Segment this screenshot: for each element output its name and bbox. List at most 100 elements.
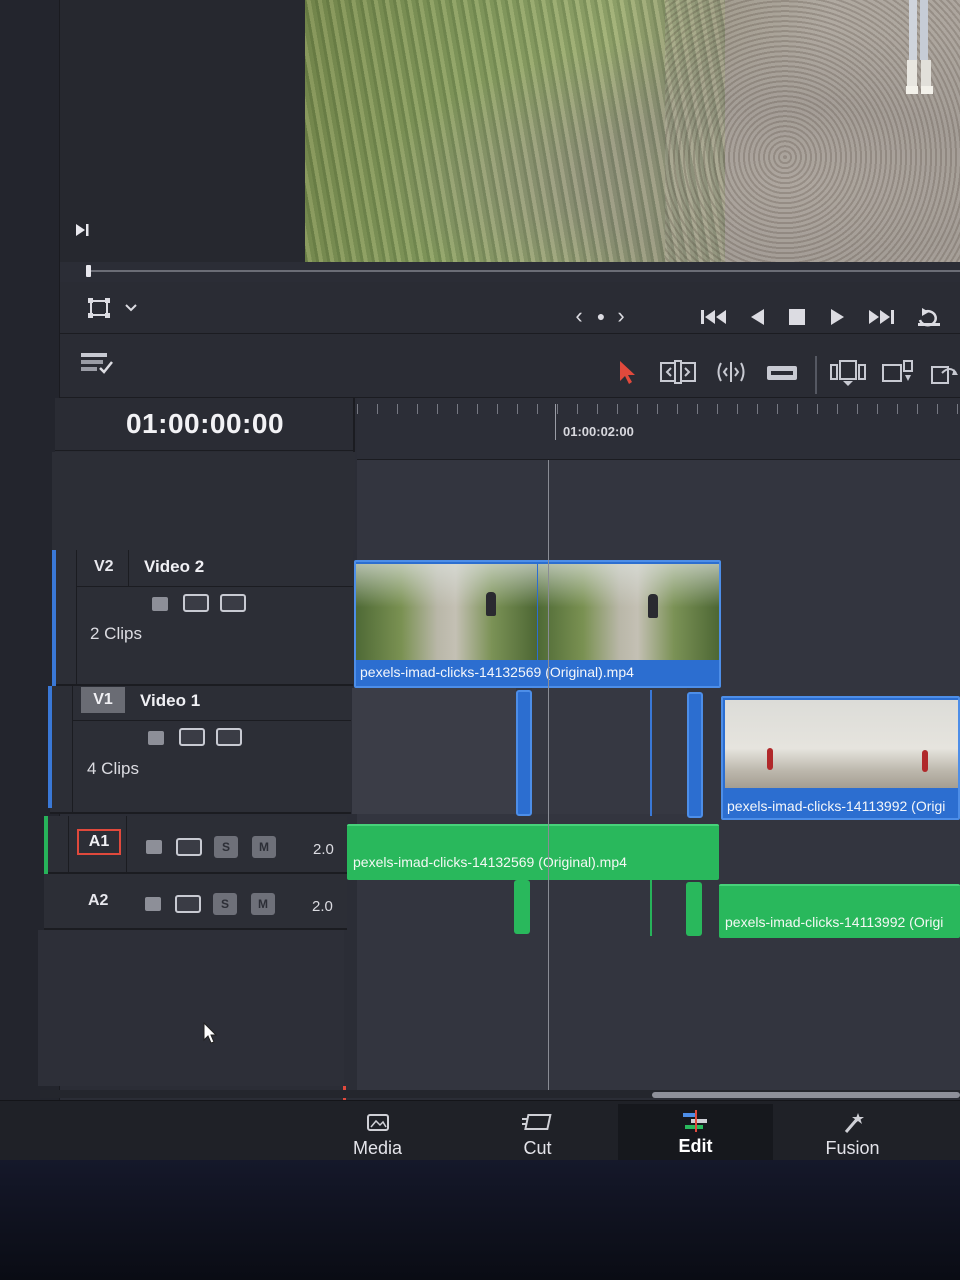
timeline-clip-a2-marker[interactable] [650,880,652,936]
auto-select-icon[interactable] [176,838,202,856]
track-v2-color-bar [52,550,56,686]
clip-name: pexels-imad-clicks-14113992 (Origi [725,914,944,930]
timeline-clip-a1[interactable]: pexels-imad-clicks-14132569 (Original).m… [347,824,719,880]
media-icon [366,1112,390,1134]
go-to-end-icon[interactable] [74,222,92,240]
ruler-ticks [357,404,960,414]
trim-edit-mode-icon[interactable] [658,358,698,386]
timeline-clip-v1-short[interactable] [687,692,703,818]
lock-icon[interactable] [145,897,161,911]
video-enable-icon[interactable] [220,594,246,612]
viewer-frame-foliage [305,0,725,262]
timeline-view-options-icon[interactable] [80,350,114,376]
jog-previous-icon[interactable]: ‹ [570,304,588,328]
clip-name: pexels-imad-clicks-14113992 (Origi [727,798,946,814]
timeline-clip-v1-short[interactable] [516,690,532,816]
edit-icon [681,1110,711,1132]
page-tab-label: Edit [678,1136,713,1156]
timeline-clip-a2-short[interactable] [686,882,702,936]
selection-mode-icon[interactable] [614,358,640,386]
auto-select-icon[interactable] [179,728,205,746]
viewer-video-frame [305,0,960,262]
track-v2-name-divider [128,550,129,586]
page-tab-fusion[interactable]: Fusion [795,1104,910,1160]
track-v1-clip-count: 4 Clips [87,759,139,778]
track-v2-id[interactable]: V2 [94,558,114,576]
solo-button[interactable]: S [213,893,237,915]
viewer-scrubber-track[interactable] [88,270,960,272]
viewer-scrubber-handle[interactable] [86,265,91,277]
page-tab-cut[interactable]: Cut [480,1104,595,1160]
chevron-down-icon[interactable] [122,298,140,318]
toolbar-divider [815,356,817,394]
clip-thumbnail [538,564,719,660]
monitor-bezel [0,1160,960,1280]
lock-icon[interactable] [146,840,162,854]
jog-next-icon[interactable]: › [612,304,630,328]
clip-name: pexels-imad-clicks-14132569 (Original).m… [360,664,634,680]
loop-icon[interactable] [914,305,944,331]
resolve-edit-page: ‹ ● › 01:00:00:00 01:00:02:00 V2 Video 2… [0,0,960,1160]
viewer-frame-hiker [906,0,933,94]
track-v2-row-divider [76,586,353,587]
page-tab-label: Cut [523,1137,552,1158]
track-a2-id[interactable]: A2 [88,892,108,910]
clip-name: pexels-imad-clicks-14132569 (Original).m… [353,854,627,870]
track-v1-id[interactable]: V1 [81,687,125,713]
solo-button[interactable]: S [214,836,238,858]
track-v2-id-divider [76,550,77,686]
play-reverse-icon[interactable] [746,306,768,328]
fusion-icon [840,1112,866,1134]
page-tab-label: Media [352,1137,403,1158]
timeline-gap-v1 [352,688,516,814]
thumbnail-hiker [648,594,658,618]
ruler-timecode-label: 01:00:02:00 [563,424,634,439]
blade-edit-mode-icon[interactable] [764,360,800,386]
insert-clip-icon[interactable] [828,358,868,388]
auto-select-icon[interactable] [175,895,201,913]
timecode-divider [55,450,355,451]
video-enable-icon[interactable] [216,728,242,746]
track-v2-clip-count: 2 Clips [90,624,142,643]
timeline-timecode[interactable]: 01:00:00:00 [55,408,355,440]
skip-to-end-icon[interactable] [864,306,898,328]
lock-icon[interactable] [148,731,164,745]
dynamic-trim-mode-icon[interactable] [712,358,750,386]
clip-thumbnail [356,564,537,660]
timeline-gap-v1-middle [532,688,687,814]
page-tab-media[interactable]: Media [320,1104,435,1160]
track-a1-volume: 2.0 [313,841,334,858]
track-v1-id-divider [72,686,73,814]
track-v1-row-divider [72,720,351,721]
track-a1-id[interactable]: A1 [77,829,121,855]
page-tab-edit[interactable]: Edit [618,1104,773,1160]
track-v1-color-bar [48,686,52,808]
timeline-playhead[interactable] [548,460,549,1090]
replace-clip-icon[interactable] [928,360,960,390]
play-icon[interactable] [826,306,848,328]
track-v2-name[interactable]: Video 2 [144,557,204,577]
mute-button[interactable]: M [251,893,275,915]
skip-to-start-icon[interactable] [697,306,731,328]
stop-icon[interactable] [786,306,808,328]
timeline-toolbar [60,334,960,398]
track-v1-name[interactable]: Video 1 [140,691,200,711]
thumbnail-hiker [486,592,496,616]
jog-center-icon[interactable]: ● [592,306,610,326]
overwrite-clip-icon[interactable] [880,358,916,388]
timeline-clip-a2[interactable]: pexels-imad-clicks-14113992 (Origi [719,884,960,938]
auto-select-icon[interactable] [183,594,209,612]
thumbnail-person [767,748,773,770]
ruler-major-tick [555,404,556,440]
mute-button[interactable]: M [252,836,276,858]
timeline-clip-v1-marker[interactable] [650,690,652,816]
timeline-clip-v2[interactable]: pexels-imad-clicks-14132569 (Original).m… [354,560,721,688]
timeline-clip-a2-short[interactable] [514,880,530,934]
viewer-crop-icon[interactable] [86,296,112,320]
thumbnail-person [922,750,928,772]
track-header-empty-area [52,452,355,550]
transport-controls-bar [60,282,960,334]
timeline-clip-v1[interactable]: pexels-imad-clicks-14113992 (Origi [721,696,960,820]
timeline-scroll-thumb[interactable] [652,1092,960,1098]
lock-icon[interactable] [152,597,168,611]
